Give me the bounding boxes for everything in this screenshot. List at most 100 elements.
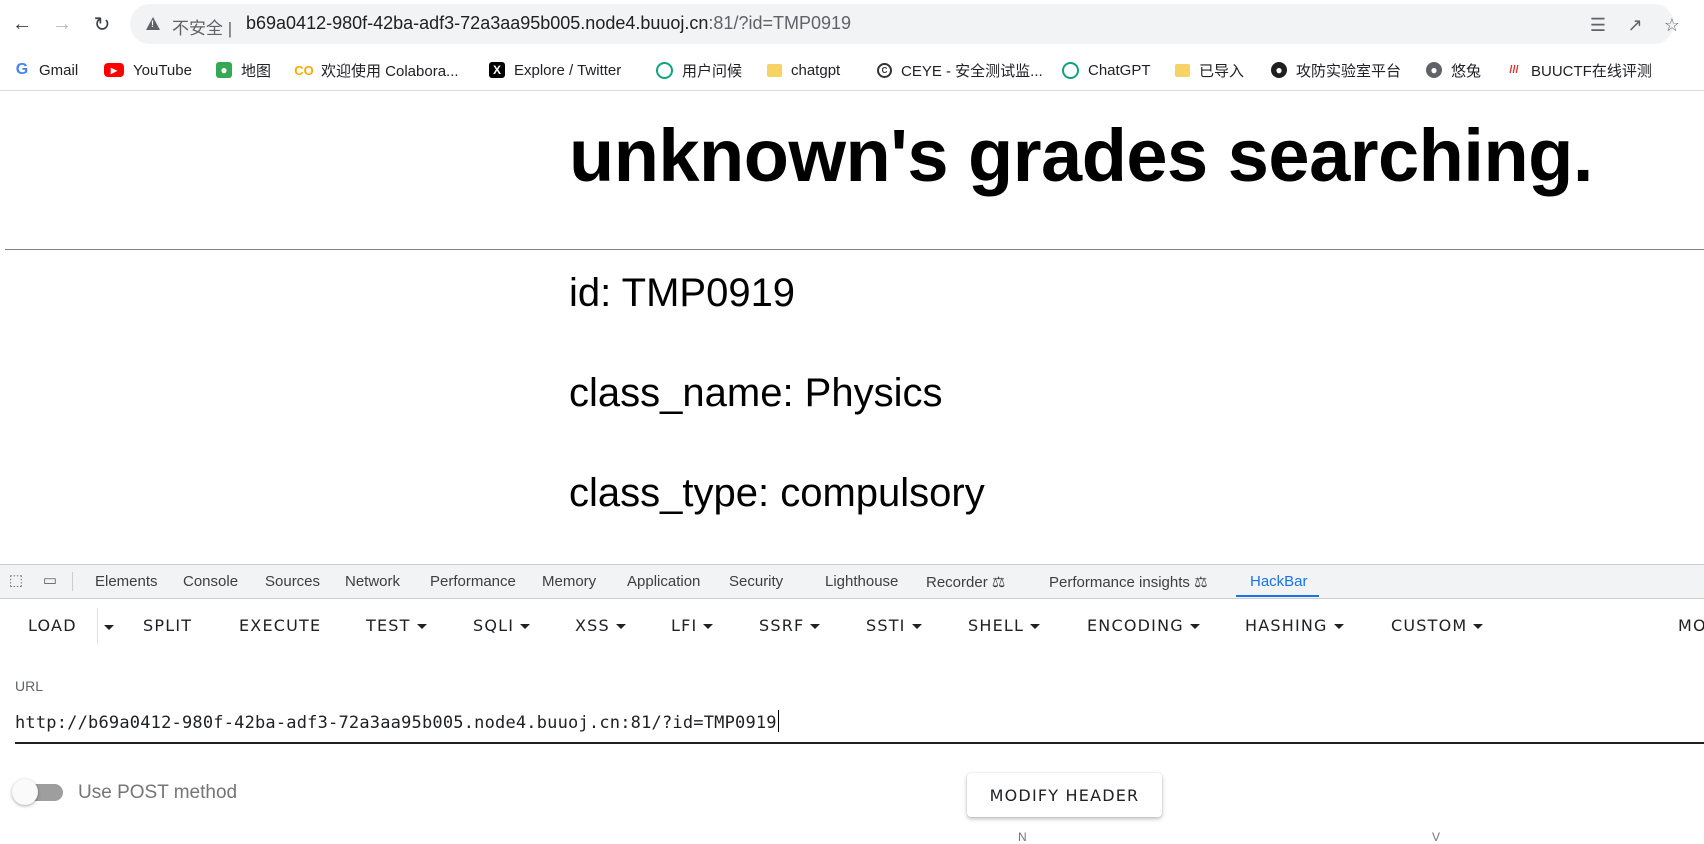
execute-button[interactable]: EXECUTE [239,616,321,635]
tab-elements[interactable]: Elements [95,573,158,590]
field-class-name: class_name: Physics [569,371,943,415]
caret-down-icon [520,624,531,629]
url-input-underline [15,742,1704,744]
bookmark-gmail[interactable]: G Gmail [14,59,78,81]
bookmark-ceye[interactable]: C CEYE - 安全测试监... [877,59,1043,81]
caret-down-icon [416,624,427,629]
tab-performance-insights[interactable]: Performance insights ⚖ [1049,573,1208,591]
load-split-divider [97,608,98,644]
tab-recorder-label: Recorder [926,574,988,591]
post-method-toggle-thumb[interactable] [12,779,38,805]
field-class-type: class_type: compulsory [569,471,985,515]
tab-security[interactable]: Security [729,573,783,590]
custom-menu-button[interactable]: CUSTOM [1391,616,1484,635]
chatgpt-icon [656,61,673,79]
device-toolbar-icon[interactable]: ▭ [41,572,59,590]
xss-label: XSS [575,616,610,635]
load-button[interactable]: LOAD [28,616,77,635]
caret-down-icon [1189,624,1200,629]
bookmark-label: CEYE - 安全测试监... [901,62,1043,80]
ssti-label: SSTI [866,616,906,635]
bookmark-folder-imported[interactable]: 已导入 [1175,59,1244,81]
bookmark-buuctf[interactable]: /// BUUCTF在线评测 [1506,59,1652,81]
tab-network[interactable]: Network [345,573,400,590]
warning-icon[interactable] [146,17,160,30]
field-id: id: TMP0919 [569,271,796,315]
bookmark-folder-chatgpt[interactable]: chatgpt [767,59,840,81]
hashing-menu-button[interactable]: HASHING [1245,616,1344,635]
test-menu-button[interactable]: TEST [366,616,427,635]
bookmark-user-greeting[interactable]: 用户问候 [656,59,742,81]
ssrf-menu-button[interactable]: SSRF [759,616,821,635]
browser-toolbar: ← → ↻ 不安全 | b69a0412-980f-42ba-adf3-72a3… [0,0,1704,48]
insecure-label[interactable]: 不安全 | [172,14,232,39]
arrow-left-icon[interactable]: ← [8,10,36,38]
tab-memory[interactable]: Memory [542,573,596,590]
spy-icon: ● [1271,62,1287,78]
bookmark-label: ChatGPT [1088,61,1151,79]
page-content: unknown's grades searching. id: TMP0919 … [0,91,1704,564]
bookmark-youtube[interactable]: ▶ YouTube [104,59,192,81]
bookmark-label: YouTube [133,61,192,79]
address-bar[interactable]: 不安全 | b69a0412-980f-42ba-adf3-72a3aa95b0… [130,4,1680,44]
arrow-right-icon[interactable]: → [48,10,76,38]
header-value-label-partial: V [1432,830,1441,844]
folder-icon [1175,63,1190,77]
tab-recorder[interactable]: Recorder ⚖ [926,573,1005,591]
load-dropdown-icon[interactable] [104,625,114,630]
bookmark-colab[interactable]: CO 欢迎使用 Colabora... [294,59,459,81]
x-icon: X [489,62,505,78]
caret-down-icon [911,624,922,629]
bookmark-attack-defense-lab[interactable]: ● 攻防实验室平台 [1271,59,1401,81]
tab-application[interactable]: Application [627,573,700,590]
bookmark-label: 欢迎使用 Colabora... [321,62,459,80]
star-icon[interactable]: ☆ [1661,14,1683,36]
folder-icon [767,63,782,77]
modify-header-button[interactable]: MODIFY HEADER [967,773,1162,817]
url-host: b69a0412-980f-42ba-adf3-72a3aa95b005.nod… [246,13,709,33]
ssrf-label: SSRF [759,616,805,635]
bookmark-label: 攻防实验室平台 [1296,62,1402,80]
shell-label: SHELL [968,616,1025,635]
shell-menu-button[interactable]: SHELL [968,616,1041,635]
bookmark-youtu[interactable]: ● 悠兔 [1426,59,1481,81]
page-title: unknown's grades searching. [569,114,1593,197]
encoding-menu-button[interactable]: ENCODING [1087,616,1200,635]
youtube-icon: ▶ [104,63,124,77]
globe-icon: ● [1426,62,1442,78]
url-input-text: http://b69a0412-980f-42ba-adf3-72a3aa95b… [15,713,777,733]
tab-separator [72,572,73,591]
bookmark-chatgpt[interactable]: ChatGPT [1062,59,1151,81]
lfi-menu-button[interactable]: LFI [671,616,714,635]
sqli-label: SQLI [473,616,515,635]
tab-console[interactable]: Console [183,573,238,590]
tab-lighthouse[interactable]: Lighthouse [825,573,898,590]
url-input[interactable]: http://b69a0412-980f-42ba-adf3-72a3aa95b… [15,710,779,733]
split-button[interactable]: SPLIT [143,616,192,635]
header-name-label-partial: N [1018,830,1027,844]
translate-icon[interactable]: ☰ [1587,14,1609,36]
caret-down-icon [703,624,714,629]
more-menu-button[interactable]: MO [1678,616,1704,635]
bookmarks-bar: G Gmail ▶ YouTube ● 地图 CO 欢迎使用 Colabora... X… [0,48,1704,91]
hashing-label: HASHING [1245,616,1328,635]
tab-hackbar[interactable]: HackBar [1250,573,1308,590]
tab-performance-insights-label: Performance insights [1049,574,1190,591]
ssti-menu-button[interactable]: SSTI [866,616,922,635]
reload-icon[interactable]: ↻ [88,10,116,38]
tab-sources[interactable]: Sources [265,573,320,590]
sqli-menu-button[interactable]: SQLI [473,616,531,635]
inspect-element-icon[interactable]: ⬚ [7,572,25,590]
xss-menu-button[interactable]: XSS [575,616,626,635]
text-cursor [777,710,779,732]
bookmark-maps[interactable]: ● 地图 [216,59,271,81]
tab-performance[interactable]: Performance [430,573,516,590]
bookmark-label: BUUCTF在线评测 [1531,62,1652,80]
devtools-panel: ⬚ ▭ Elements Console Sources Network Per… [0,564,1704,844]
url-path: :81/?id=TMP0919 [708,13,852,33]
bookmark-twitter[interactable]: X Explore / Twitter [489,59,621,81]
share-icon[interactable]: ↗ [1624,14,1646,36]
address-url[interactable]: b69a0412-980f-42ba-adf3-72a3aa95b005.nod… [246,13,851,34]
caret-down-icon [810,624,821,629]
ceye-icon: C [877,62,892,78]
